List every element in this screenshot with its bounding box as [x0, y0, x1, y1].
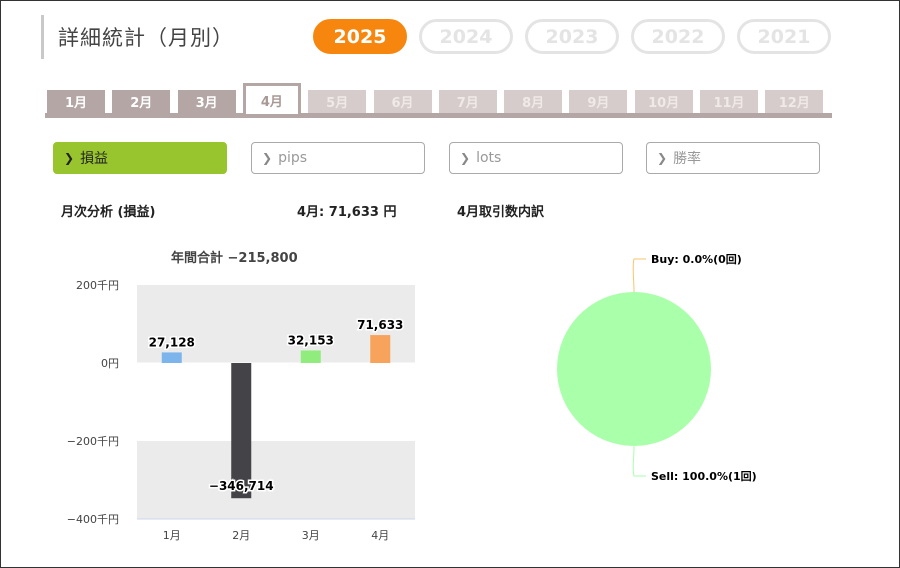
x-tick-label: 3月: [302, 529, 320, 542]
pie-slice-sell: [557, 292, 711, 446]
data-label: −346,714: [209, 479, 274, 493]
analysis-heading: 月次分析 (損益): [61, 205, 156, 220]
trade-breakdown-pie-chart: Buy: 0.0%(0回) Sell: 100.0%(1回): [557, 252, 757, 483]
pie-connector: [632, 445, 646, 477]
tab-month-10: 10月: [634, 90, 693, 113]
pie-label-sell: Sell: 100.0%(1回): [651, 469, 757, 483]
tab-month-12: 12月: [765, 90, 824, 113]
metric-label: 勝率: [673, 151, 702, 167]
breakdown-heading: 4月取引数内訳: [457, 205, 545, 220]
bar: [231, 363, 252, 499]
tab-month-8: 8月: [504, 90, 563, 113]
monthly-bar-chart: 200千円 0円 −200千円 −400千円 27,128 1月 −346,714 2月 32,…: [67, 279, 415, 542]
chevron-right-icon: ❯: [657, 151, 668, 165]
year-2023-button[interactable]: 2023: [525, 19, 619, 54]
year-2025-button[interactable]: 2025: [313, 19, 407, 54]
tab-month-4[interactable]: 4月: [242, 83, 301, 114]
data-label: 27,128: [149, 335, 195, 349]
stats-panel: 詳細統計（月別） 2025 2024 2023 2022 2021 1月 2月 3月 4月 5月…: [0, 0, 900, 568]
tab-month-5: 5月: [308, 90, 367, 113]
y-tick-label: 200千円: [76, 279, 119, 292]
pie-label-buy: Buy: 0.0%(0回): [651, 252, 742, 266]
x-tick-label: 2月: [232, 529, 250, 542]
tab-month-6: 6月: [373, 90, 432, 113]
bar: [300, 350, 321, 363]
year-selector: 2025 2024 2023 2022 2021: [313, 19, 831, 54]
tab-month-11: 11月: [700, 90, 758, 113]
metric-profit-button[interactable]: ❯ 損益: [53, 142, 227, 174]
month-tabs: 1月 2月 3月 4月 5月 6月 7月 8月 9月 10月 11月 12月: [45, 83, 832, 118]
page-title-text: 詳細統計（月別）: [58, 26, 234, 50]
page-title: 詳細統計（月別）: [41, 15, 234, 59]
chart-title: 年間合計 −215,800: [171, 251, 298, 266]
x-tick-label: 1月: [163, 529, 181, 542]
bar: [370, 335, 391, 363]
tab-month-1[interactable]: 1月: [47, 90, 105, 113]
x-tick-label: 4月: [371, 529, 389, 542]
chevron-right-icon: ❯: [64, 151, 75, 165]
bar: [161, 352, 182, 363]
metric-label: 損益: [80, 151, 109, 167]
y-tick-label: 0円: [101, 357, 119, 370]
year-2024-button[interactable]: 2024: [419, 19, 513, 54]
y-tick-label: −200千円: [67, 435, 119, 448]
y-tick-label: −400千円: [67, 513, 119, 526]
year-2022-button[interactable]: 2022: [631, 19, 725, 54]
metric-lots-button[interactable]: ❯ lots: [449, 142, 623, 174]
tab-month-9: 9月: [569, 90, 628, 113]
pie-connector: [632, 258, 646, 293]
grid-band: [137, 441, 415, 519]
tab-month-3[interactable]: 3月: [177, 90, 236, 113]
month-value: 4月: 71,633 円: [297, 205, 397, 220]
metric-label: pips: [278, 150, 308, 166]
data-label: 71,633: [357, 318, 403, 332]
metric-label: lots: [476, 150, 502, 166]
data-label: 32,153: [288, 333, 334, 347]
tab-month-7: 7月: [438, 90, 497, 113]
chevron-right-icon: ❯: [460, 151, 471, 165]
tab-month-2[interactable]: 2月: [112, 90, 171, 113]
metric-winrate-button[interactable]: ❯ 勝率: [646, 142, 820, 174]
metric-pips-button[interactable]: ❯ pips: [251, 142, 425, 174]
chevron-right-icon: ❯: [262, 151, 273, 165]
year-2021-button[interactable]: 2021: [737, 19, 831, 54]
